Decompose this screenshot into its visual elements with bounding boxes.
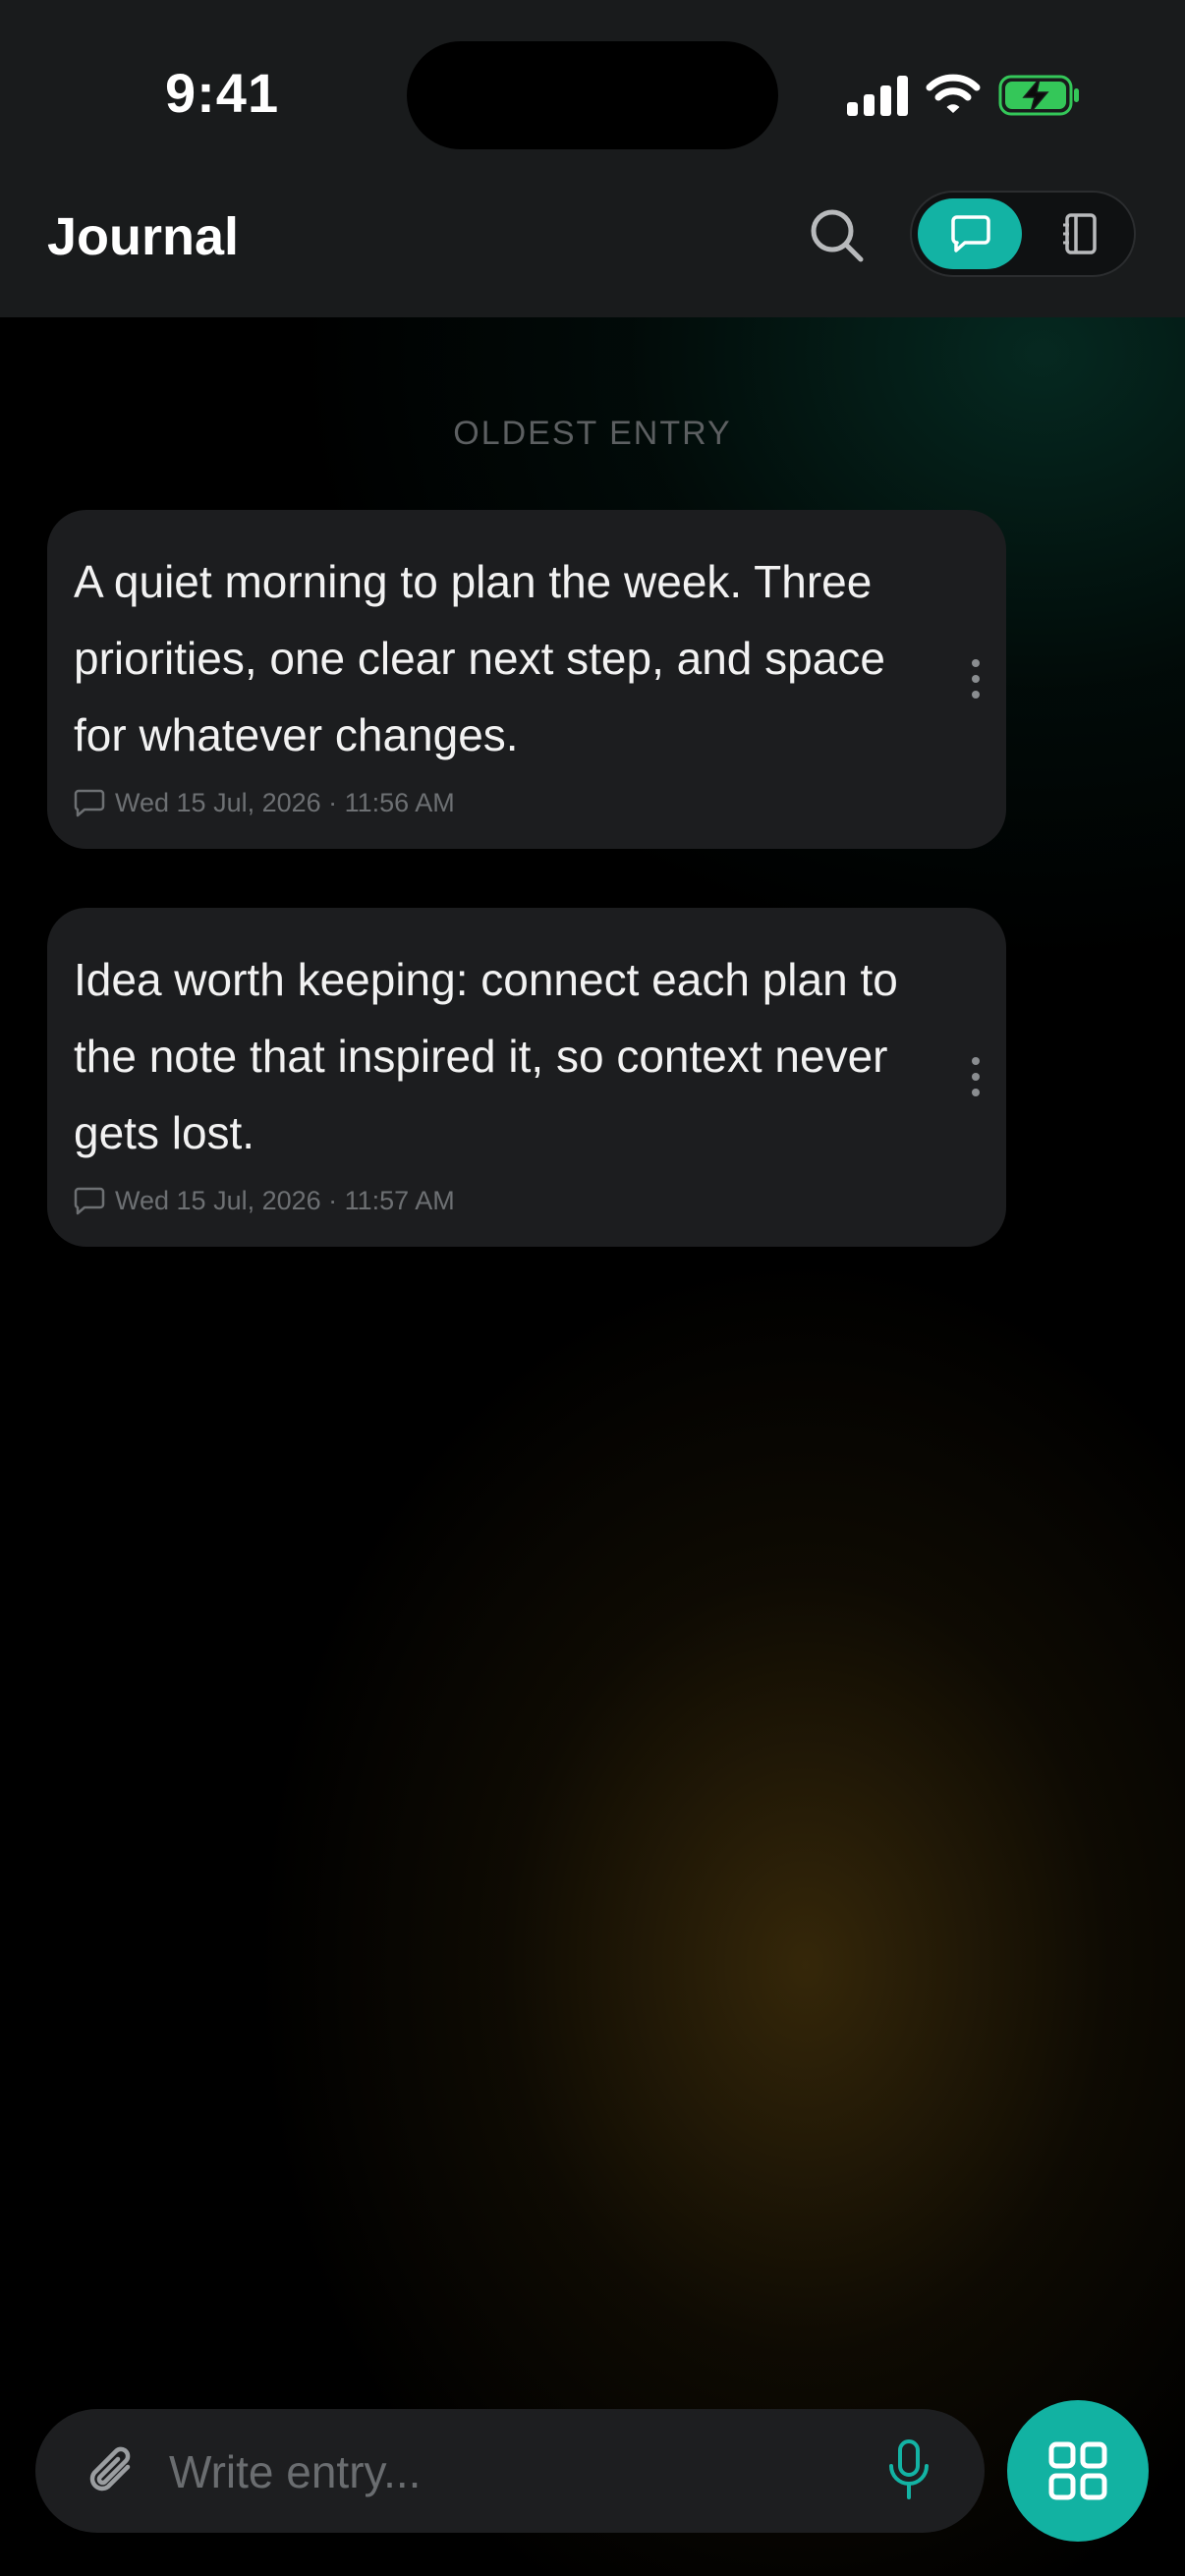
entry-text: Idea worth keeping: connect each plan to… bbox=[74, 954, 898, 1158]
search-icon[interactable] bbox=[808, 206, 867, 265]
journal-entry-card[interactable]: Idea worth keeping: connect each plan to… bbox=[47, 908, 1006, 1247]
page-title: Journal bbox=[47, 207, 240, 266]
chat-icon bbox=[74, 789, 105, 817]
notebook-icon bbox=[1063, 213, 1097, 254]
section-label-oldest-entry: OLDEST ENTRY bbox=[453, 415, 732, 452]
background-gradient bbox=[0, 0, 1185, 2576]
entry-text: A quiet morning to plan the week. Three … bbox=[74, 556, 885, 760]
view-toggle bbox=[910, 191, 1136, 277]
dynamic-island bbox=[407, 41, 778, 149]
chat-icon bbox=[74, 1187, 105, 1215]
chat-icon bbox=[951, 215, 990, 252]
view-toggle-notebook[interactable] bbox=[1028, 198, 1128, 269]
entry-meta: Wed 15 Jul, 2026 · 11:56 AM bbox=[74, 785, 455, 820]
wifi-icon bbox=[926, 74, 981, 113]
entry-timestamp: Wed 15 Jul, 2026 · 11:56 AM bbox=[115, 787, 455, 817]
journal-entry-card[interactable]: A quiet morning to plan the week. Three … bbox=[47, 510, 1006, 849]
composer-bar bbox=[35, 2409, 985, 2533]
more-options-icon[interactable] bbox=[957, 1051, 992, 1102]
microphone-icon[interactable] bbox=[886, 2438, 931, 2503]
write-entry-input[interactable] bbox=[167, 2435, 898, 2509]
apps-grid-button[interactable] bbox=[1007, 2400, 1149, 2542]
view-toggle-chat[interactable] bbox=[918, 198, 1022, 269]
entry-meta: Wed 15 Jul, 2026 · 11:57 AM bbox=[74, 1183, 455, 1218]
more-options-icon[interactable] bbox=[957, 653, 992, 704]
status-time: 9:41 bbox=[165, 62, 280, 124]
grid-icon bbox=[1048, 2441, 1107, 2500]
paperclip-icon[interactable] bbox=[85, 2442, 140, 2499]
cellular-signal-icon bbox=[847, 76, 908, 116]
entry-timestamp: Wed 15 Jul, 2026 · 11:57 AM bbox=[115, 1185, 455, 1215]
top-bar: 9:41 Journal bbox=[0, 0, 1185, 317]
battery-charging-icon bbox=[998, 75, 1079, 116]
